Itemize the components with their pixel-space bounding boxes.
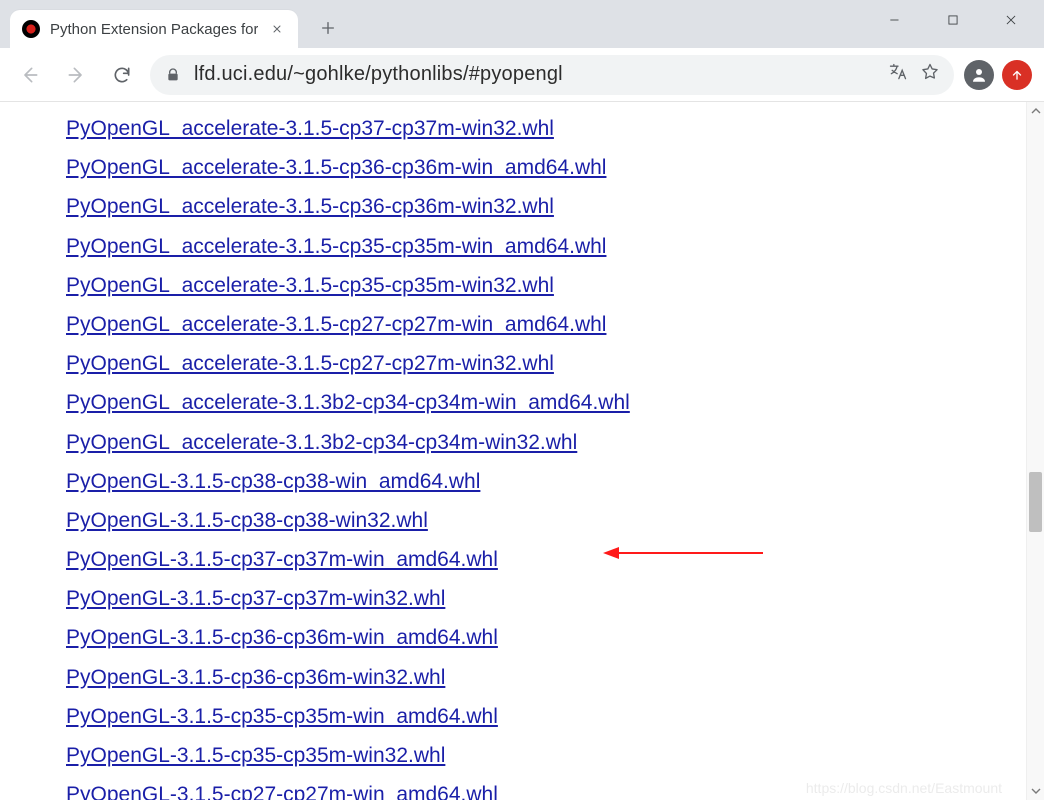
browser-window: Python Extension Packages for [0, 0, 1044, 800]
page-content: PyOpenGL_accelerate-3.1.5-cp37-cp37m-win… [0, 102, 1026, 800]
bookmark-button[interactable] [920, 62, 940, 87]
forward-button[interactable] [58, 57, 94, 93]
scrollbar-thumb[interactable] [1029, 472, 1042, 532]
scroll-down-button[interactable] [1027, 782, 1044, 800]
omnibox-actions [888, 62, 940, 87]
list-item: PyOpenGL_accelerate-3.1.3b2-cp34-cp34m-w… [66, 390, 1026, 415]
translate-button[interactable] [888, 62, 908, 87]
address-bar[interactable]: lfd.uci.edu/~gohlke/pythonlibs/#pyopengl [150, 55, 954, 95]
list-item: PyOpenGL-3.1.5-cp37-cp37m-win_amd64.whl [66, 547, 1026, 572]
download-link[interactable]: PyOpenGL-3.1.5-cp35-cp35m-win_amd64.whl [66, 705, 498, 728]
list-item: PyOpenGL-3.1.5-cp38-cp38-win_amd64.whl [66, 469, 1026, 494]
list-item: PyOpenGL-3.1.5-cp36-cp36m-win_amd64.whl [66, 625, 1026, 650]
tab-title: Python Extension Packages for [50, 21, 258, 38]
download-link[interactable]: PyOpenGL_accelerate-3.1.5-cp35-cp35m-win… [66, 274, 554, 297]
minimize-icon [888, 13, 902, 27]
list-item: PyOpenGL-3.1.5-cp27-cp27m-win_amd64.whl [66, 782, 1026, 800]
download-link[interactable]: PyOpenGL-3.1.5-cp37-cp37m-win_amd64.whl [66, 548, 498, 571]
window-close-button[interactable] [982, 1, 1040, 39]
person-icon [970, 66, 988, 84]
list-item: PyOpenGL_accelerate-3.1.5-cp27-cp27m-win… [66, 312, 1026, 337]
download-link[interactable]: PyOpenGL_accelerate-3.1.5-cp27-cp27m-win… [66, 313, 606, 336]
profile-button[interactable] [964, 60, 994, 90]
lock-icon [164, 66, 182, 84]
download-link[interactable]: PyOpenGL_accelerate-3.1.5-cp27-cp27m-win… [66, 352, 554, 375]
download-link[interactable]: PyOpenGL-3.1.5-cp38-cp38-win_amd64.whl [66, 470, 480, 493]
window-controls [866, 0, 1044, 40]
download-link[interactable]: PyOpenGL-3.1.5-cp37-cp37m-win32.whl [66, 587, 445, 610]
titlebar: Python Extension Packages for [0, 0, 1044, 48]
download-link[interactable]: PyOpenGL_accelerate-3.1.5-cp36-cp36m-win… [66, 156, 606, 179]
back-button[interactable] [12, 57, 48, 93]
browser-tab[interactable]: Python Extension Packages for [10, 10, 298, 48]
download-link[interactable]: PyOpenGL_accelerate-3.1.3b2-cp34-cp34m-w… [66, 431, 577, 454]
favicon [22, 20, 40, 38]
list-item: PyOpenGL_accelerate-3.1.5-cp35-cp35m-win… [66, 234, 1026, 259]
translate-icon [888, 62, 908, 82]
list-item: PyOpenGL-3.1.5-cp37-cp37m-win32.whl [66, 586, 1026, 611]
list-item: PyOpenGL_accelerate-3.1.3b2-cp34-cp34m-w… [66, 430, 1026, 455]
download-link[interactable]: PyOpenGL_accelerate-3.1.5-cp36-cp36m-win… [66, 195, 554, 218]
download-link[interactable]: PyOpenGL_accelerate-3.1.5-cp37-cp37m-win… [66, 117, 554, 140]
tab-strip: Python Extension Packages for [0, 0, 344, 48]
viewport: PyOpenGL_accelerate-3.1.5-cp37-cp37m-win… [0, 102, 1044, 800]
list-item: PyOpenGL-3.1.5-cp35-cp35m-win32.whl [66, 743, 1026, 768]
arrow-left-icon [20, 65, 40, 85]
toolbar-right [964, 60, 1032, 90]
vertical-scrollbar[interactable] [1026, 102, 1044, 800]
tab-close-button[interactable] [268, 20, 286, 38]
close-icon [1004, 13, 1018, 27]
chevron-down-icon [1031, 786, 1041, 796]
list-item: PyOpenGL_accelerate-3.1.5-cp27-cp27m-win… [66, 351, 1026, 376]
download-link[interactable]: PyOpenGL-3.1.5-cp35-cp35m-win32.whl [66, 744, 445, 767]
list-item: PyOpenGL_accelerate-3.1.5-cp36-cp36m-win… [66, 194, 1026, 219]
reload-button[interactable] [104, 57, 140, 93]
list-item: PyOpenGL_accelerate-3.1.5-cp35-cp35m-win… [66, 273, 1026, 298]
list-item: PyOpenGL-3.1.5-cp35-cp35m-win_amd64.whl [66, 704, 1026, 729]
window-maximize-button[interactable] [924, 1, 982, 39]
toolbar: lfd.uci.edu/~gohlke/pythonlibs/#pyopengl [0, 48, 1044, 102]
chevron-up-icon [1031, 106, 1041, 116]
scroll-up-button[interactable] [1027, 102, 1044, 120]
arrow-up-icon [1010, 68, 1024, 82]
download-link[interactable]: PyOpenGL_accelerate-3.1.3b2-cp34-cp34m-w… [66, 391, 630, 414]
new-tab-button[interactable] [312, 12, 344, 44]
list-item: PyOpenGL_accelerate-3.1.5-cp37-cp37m-win… [66, 116, 1026, 141]
url-text: lfd.uci.edu/~gohlke/pythonlibs/#pyopengl [194, 63, 876, 86]
window-minimize-button[interactable] [866, 1, 924, 39]
download-link[interactable]: PyOpenGL-3.1.5-cp27-cp27m-win_amd64.whl [66, 783, 498, 800]
close-icon [271, 23, 283, 35]
list-item: PyOpenGL-3.1.5-cp38-cp38-win32.whl [66, 508, 1026, 533]
download-link[interactable]: PyOpenGL-3.1.5-cp36-cp36m-win32.whl [66, 666, 445, 689]
extension-button[interactable] [1002, 60, 1032, 90]
maximize-icon [946, 13, 960, 27]
reload-icon [112, 65, 132, 85]
file-list: PyOpenGL_accelerate-3.1.5-cp37-cp37m-win… [66, 116, 1026, 800]
download-link[interactable]: PyOpenGL-3.1.5-cp36-cp36m-win_amd64.whl [66, 626, 498, 649]
list-item: PyOpenGL_accelerate-3.1.5-cp36-cp36m-win… [66, 155, 1026, 180]
arrow-right-icon [66, 65, 86, 85]
download-link[interactable]: PyOpenGL_accelerate-3.1.5-cp35-cp35m-win… [66, 235, 606, 258]
star-icon [920, 62, 940, 82]
download-link[interactable]: PyOpenGL-3.1.5-cp38-cp38-win32.whl [66, 509, 428, 532]
plus-icon [320, 20, 336, 36]
list-item: PyOpenGL-3.1.5-cp36-cp36m-win32.whl [66, 665, 1026, 690]
